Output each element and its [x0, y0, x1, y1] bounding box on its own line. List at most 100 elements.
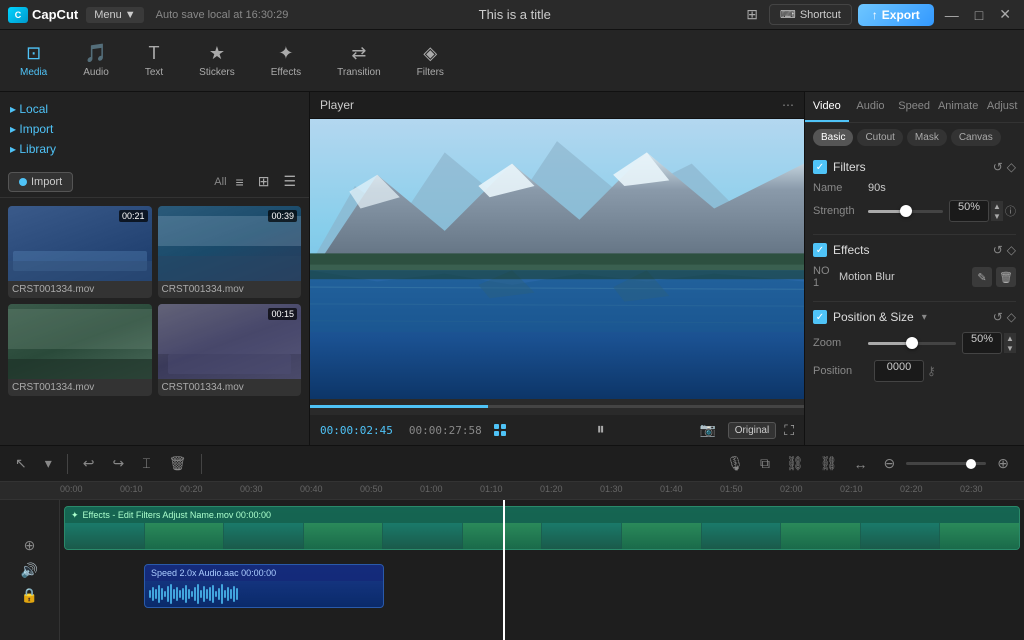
list-item[interactable]: CRST001334.mov — [8, 304, 152, 396]
zoom-row: Zoom 50% ▲ ▼ — [813, 332, 1016, 354]
thumb-filename: CRST001334.mov — [158, 281, 302, 298]
toolbar-stickers[interactable]: ★ Stickers — [191, 39, 243, 82]
attach-icon[interactable]: ↔ — [849, 453, 873, 475]
original-badge: Original — [728, 422, 776, 439]
toolbar-filters[interactable]: ◈ Filters — [409, 39, 452, 82]
subtab-cutout[interactable]: Cutout — [857, 129, 902, 146]
current-time: 00:00:02:45 — [320, 424, 393, 437]
strength-value[interactable]: 50% — [949, 200, 989, 222]
export-button[interactable]: ↑ Export — [858, 4, 934, 26]
effects-settings-icon[interactable]: ◇ — [1007, 243, 1016, 257]
menu-button[interactable]: Menu ▼ — [86, 7, 143, 23]
library-tab[interactable]: ▸ Library — [6, 140, 303, 158]
filter-name-label: Name — [813, 182, 868, 194]
zoom-slider[interactable] — [868, 336, 956, 350]
tab-animate[interactable]: Animate — [936, 92, 980, 122]
toolbar-text[interactable]: T Text — [137, 39, 171, 82]
spin-up[interactable]: ▲ — [991, 201, 1003, 211]
link-icon[interactable]: ⛓ — [781, 452, 809, 475]
maximize-button[interactable]: □ — [970, 4, 988, 26]
split-button[interactable]: ⌶ — [137, 452, 155, 475]
split-audio-icon[interactable]: ⧉ — [755, 452, 775, 475]
zoom-spin-up[interactable]: ▲ — [1004, 333, 1016, 343]
subtab-basic[interactable]: Basic — [813, 129, 853, 146]
chevron-down-icon[interactable]: ▾ — [40, 452, 57, 475]
toolbar-effects[interactable]: ✦ Effects — [263, 39, 309, 82]
clip-thumb — [383, 523, 462, 549]
toolbar-audio[interactable]: 🎵 Audio — [75, 39, 117, 82]
undo-button[interactable]: ↩ — [78, 452, 100, 475]
effects-checkbox[interactable]: ✓ — [813, 243, 827, 257]
list-item[interactable]: 00:21 CRST001334.mov — [8, 206, 152, 298]
import-tab[interactable]: ▸ Import — [6, 120, 303, 138]
video-clip[interactable]: ✦ Effects - Edit Filters Adjust Name.mov… — [64, 506, 1020, 550]
position-expand-icon[interactable]: ▾ — [922, 312, 927, 323]
filter-all[interactable]: All — [214, 176, 226, 188]
video-scene — [310, 119, 804, 399]
lock-button[interactable]: 🔒 — [4, 585, 55, 606]
effects-delete-button[interactable]: 🗑 — [996, 267, 1016, 287]
zoom-spin-down[interactable]: ▼ — [1004, 343, 1016, 353]
delete-button[interactable]: 🗑 — [164, 452, 192, 475]
effects-reset-icon[interactable]: ↺ — [993, 243, 1003, 257]
tab-audio[interactable]: Audio — [849, 92, 893, 122]
close-button[interactable]: ✕ — [994, 3, 1016, 26]
settings-icon[interactable]: ◇ — [1007, 160, 1016, 174]
subtab-mask[interactable]: Mask — [907, 129, 947, 146]
effects-edit-button[interactable]: ✎ — [972, 267, 992, 287]
microphone-icon[interactable]: 🎙 — [721, 452, 749, 475]
audio-clip-header: Speed 2.0x Audio.aac 00:00:00 — [145, 565, 383, 581]
list-view-icon[interactable]: ☰ — [278, 170, 301, 193]
cursor-tool[interactable]: ↖ — [10, 452, 32, 475]
player-menu-icon[interactable]: ⋯ — [782, 98, 794, 112]
fullscreen-button[interactable]: ⛶ — [784, 422, 794, 439]
filters-checkbox[interactable]: ✓ — [813, 160, 827, 174]
timeline-zoom-slider[interactable] — [906, 462, 986, 465]
strength-slider[interactable] — [868, 204, 943, 218]
ruler-mark: 01:50 — [720, 484, 743, 494]
filter-name-value: 90s — [868, 182, 886, 194]
text-icon: T — [149, 43, 160, 64]
video-clip-header: ✦ Effects - Edit Filters Adjust Name.mov… — [65, 507, 1019, 523]
local-tab[interactable]: ▸ Local — [6, 100, 303, 118]
zoom-in-icon[interactable]: ⊕ — [992, 452, 1014, 475]
sort-icon[interactable]: ≡ — [231, 171, 249, 193]
right-panel: Video Audio Speed Animate Adjust Basic C… — [804, 92, 1024, 445]
tab-speed[interactable]: Speed — [892, 92, 936, 122]
tab-video[interactable]: Video — [805, 92, 849, 122]
filters-title: Filters — [833, 160, 866, 174]
redo-button[interactable]: ↪ — [108, 452, 130, 475]
mute-button[interactable]: 🔊 — [4, 560, 55, 581]
spin-down[interactable]: ▼ — [991, 211, 1003, 221]
position-checkbox[interactable]: ✓ — [813, 310, 827, 324]
audio-clip[interactable]: Speed 2.0x Audio.aac 00:00:00 — [144, 564, 384, 608]
minimize-button[interactable]: — — [940, 4, 964, 26]
list-item[interactable]: 00:39 CRST001334.mov — [158, 206, 302, 298]
toolbar-transition[interactable]: ⇄ Transition — [329, 39, 389, 82]
subtab-canvas[interactable]: Canvas — [951, 129, 1001, 146]
player-scrubber[interactable] — [310, 399, 804, 415]
reset-icon[interactable]: ↺ — [993, 160, 1003, 174]
grid-view-icon[interactable]: ⊞ — [253, 170, 275, 193]
zoom-value[interactable]: 50% — [962, 332, 1002, 354]
import-button[interactable]: Import — [8, 172, 73, 192]
grid-icon-button[interactable]: ⊞ — [741, 3, 763, 26]
timeline-right-tools: 🎙 ⧉ ⛓ ⛓ ↔ ⊖ ⊕ — [721, 452, 1014, 475]
camera-icon[interactable]: 📷 — [696, 420, 720, 440]
stickers-icon: ★ — [209, 43, 225, 64]
shortcut-button[interactable]: ⌨ Shortcut — [769, 4, 852, 25]
pos-x-value[interactable]: 0000 — [874, 360, 924, 382]
main-toolbar: ⊡ Media 🎵 Audio T Text ★ Stickers ✦ Effe… — [0, 30, 1024, 92]
tab-adjust[interactable]: Adjust — [980, 92, 1024, 122]
timeline-sidebar: ⊕ 🔊 🔒 — [0, 500, 60, 640]
list-item[interactable]: 00:15 CRST001334.mov — [158, 304, 302, 396]
top-right-actions: ⊞ ⌨ Shortcut ↑ Export — □ ✕ — [741, 3, 1016, 26]
toolbar-media[interactable]: ⊡ Media — [12, 39, 55, 82]
unlink-icon[interactable]: ⛓ — [815, 452, 843, 475]
zoom-out-icon[interactable]: ⊖ — [879, 452, 901, 475]
position-settings-icon[interactable]: ◇ — [1007, 310, 1016, 324]
transition-icon: ⇄ — [351, 43, 366, 64]
position-reset-icon[interactable]: ↺ — [993, 310, 1003, 324]
add-track-button[interactable]: ⊕ — [4, 535, 55, 556]
play-pause-button[interactable]: ⏸ — [593, 419, 609, 441]
